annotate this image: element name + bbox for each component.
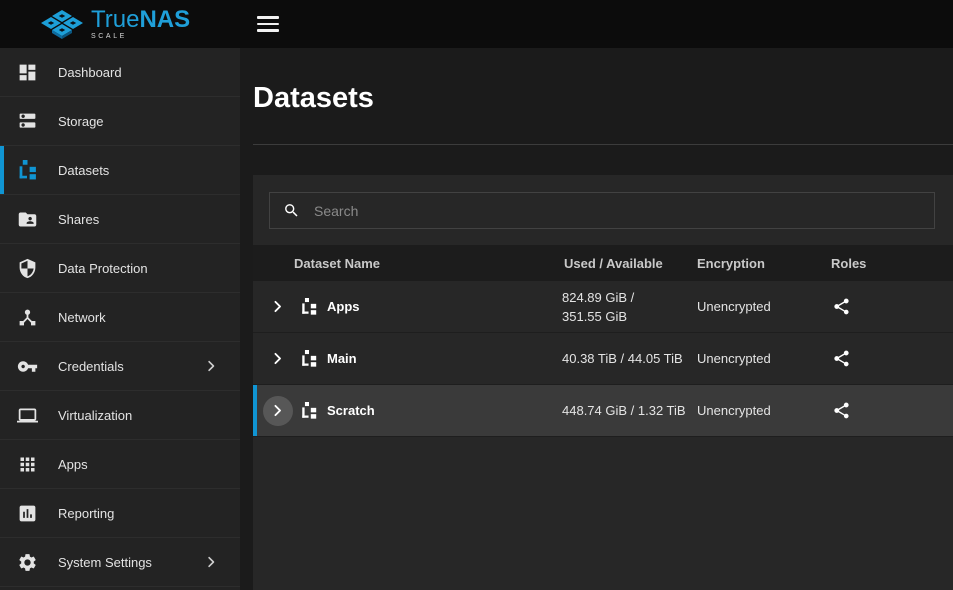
encryption-value: Unencrypted <box>695 299 829 314</box>
column-header-dataset-name: Dataset Name <box>253 256 562 271</box>
sidebar: Dashboard Storage Datasets Shares Data P… <box>0 48 240 590</box>
table-header: Dataset Name Used / Available Encryption… <box>253 245 953 281</box>
sidebar-item-label: Data Protection <box>58 261 148 276</box>
sidebar-item-storage[interactable]: Storage <box>0 97 240 146</box>
sidebar-item-label: Dashboard <box>58 65 122 80</box>
used-available-value: 448.74 GiB / 1.32 TiB <box>562 401 695 420</box>
datasets-card: Dataset Name Used / Available Encryption… <box>253 175 953 590</box>
dataset-name: Scratch <box>327 403 375 418</box>
sidebar-item-label: Reporting <box>58 506 114 521</box>
sidebar-item-label: Shares <box>58 212 99 227</box>
column-header-encryption: Encryption <box>695 256 829 271</box>
table-row-scratch[interactable]: Scratch 448.74 GiB / 1.32 TiB Unencrypte… <box>253 385 953 437</box>
search-bar <box>253 175 953 245</box>
sidebar-item-credentials[interactable]: Credentials <box>0 342 240 391</box>
apps-icon <box>16 453 38 475</box>
chevron-right-icon <box>204 554 220 570</box>
sidebar-item-network[interactable]: Network <box>0 293 240 342</box>
page-title: Datasets <box>253 81 953 115</box>
dataset-name: Apps <box>327 299 360 314</box>
used-available-value: 824.89 GiB / 351.55 GiB <box>562 288 695 326</box>
sidebar-item-shares[interactable]: Shares <box>0 195 240 244</box>
chevron-right-icon <box>204 358 220 374</box>
encryption-value: Unencrypted <box>695 351 829 366</box>
main-content: Datasets Dataset Name Used / Available E… <box>240 48 953 590</box>
brand-nas: NAS <box>139 8 190 32</box>
sidebar-item-label: System Settings <box>58 555 152 570</box>
expand-row-button[interactable] <box>263 344 293 374</box>
encryption-value: Unencrypted <box>695 403 829 418</box>
network-icon <box>16 306 38 328</box>
shares-icon <box>16 208 38 230</box>
used-available-value: 40.38 TiB / 44.05 TiB <box>562 349 695 368</box>
dataset-icon <box>300 402 318 420</box>
search-input[interactable] <box>269 192 935 229</box>
expand-row-button[interactable] <box>263 396 293 426</box>
data-protection-icon <box>16 257 38 279</box>
sidebar-item-apps[interactable]: Apps <box>0 440 240 489</box>
sidebar-item-label: Storage <box>58 114 104 129</box>
sidebar-item-reporting[interactable]: Reporting <box>0 489 240 538</box>
system-settings-icon <box>16 551 38 573</box>
share-icon <box>832 401 851 420</box>
sidebar-item-label: Credentials <box>58 359 124 374</box>
truenas-logo-icon <box>40 8 84 40</box>
reporting-icon <box>16 502 38 524</box>
table-row-apps[interactable]: Apps 824.89 GiB / 351.55 GiB Unencrypted <box>253 281 953 333</box>
datasets-icon <box>16 159 38 181</box>
roles-cell <box>829 297 953 316</box>
expand-row-button[interactable] <box>263 292 293 322</box>
truenas-logo[interactable]: True NAS SCALE <box>0 0 240 48</box>
storage-icon <box>16 110 38 132</box>
sidebar-item-virtualization[interactable]: Virtualization <box>0 391 240 440</box>
title-divider <box>253 144 953 145</box>
sidebar-item-datasets[interactable]: Datasets <box>0 146 240 195</box>
brand-true: True <box>91 8 139 32</box>
top-bar: True NAS SCALE <box>0 0 953 48</box>
roles-cell <box>829 349 953 368</box>
brand-scale: SCALE <box>91 33 190 40</box>
sidebar-item-dashboard[interactable]: Dashboard <box>0 48 240 97</box>
search-icon <box>283 202 300 219</box>
dataset-name: Main <box>327 351 357 366</box>
sidebar-item-label: Apps <box>58 457 88 472</box>
virtualization-icon <box>16 404 38 426</box>
sidebar-item-label: Datasets <box>58 163 109 178</box>
dataset-icon <box>300 350 318 368</box>
sidebar-item-data-protection[interactable]: Data Protection <box>0 244 240 293</box>
share-icon <box>832 297 851 316</box>
credentials-icon <box>16 355 38 377</box>
hamburger-icon[interactable] <box>257 16 279 32</box>
sidebar-item-system-settings[interactable]: System Settings <box>0 538 240 587</box>
dashboard-icon <box>16 61 38 83</box>
dataset-icon <box>300 298 318 316</box>
column-header-used-available: Used / Available <box>562 256 695 271</box>
roles-cell <box>829 401 953 420</box>
share-icon <box>832 349 851 368</box>
column-header-roles: Roles <box>829 256 953 271</box>
sidebar-item-label: Virtualization <box>58 408 132 423</box>
sidebar-item-label: Network <box>58 310 106 325</box>
table-row-main[interactable]: Main 40.38 TiB / 44.05 TiB Unencrypted <box>253 333 953 385</box>
